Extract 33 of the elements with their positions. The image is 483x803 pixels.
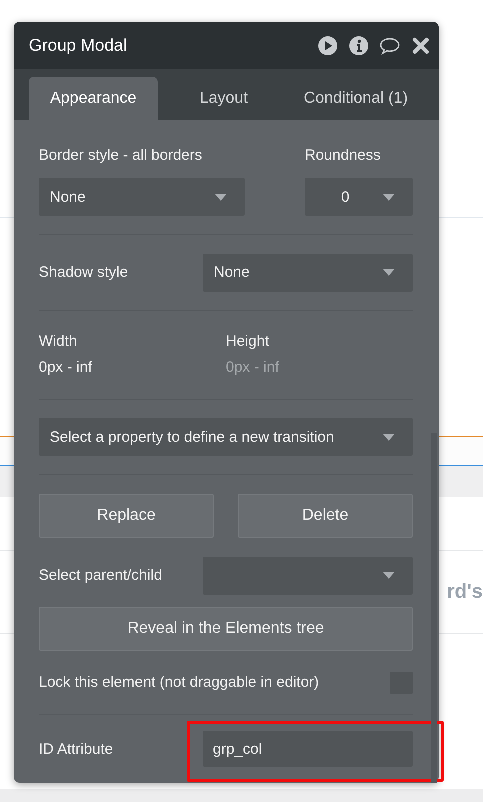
play-icon[interactable] [318,36,338,56]
field-label: Width [39,333,78,350]
tab[interactable]: Layout [158,77,290,120]
tab[interactable]: Appearance [29,77,158,120]
roundness-dropdown[interactable]: 0 [305,178,413,216]
border-style-dropdown[interactable]: None [39,178,245,216]
checkbox-label: Lock this element (not draggable in editor) [39,674,320,691]
caret-icon [383,194,395,200]
caret-icon [383,269,395,276]
shadow-style-dropdown[interactable]: None [203,254,413,292]
action-button[interactable]: Replace [39,494,214,538]
field-label: Roundness [305,147,382,164]
caret-icon [383,572,395,579]
window-title: Group Modal [29,36,128,56]
field-label: Border style - all borders [39,147,204,164]
tab[interactable]: Conditional (1) [290,77,422,120]
reveal-button[interactable]: Reveal in the Elements tree [39,607,413,651]
input-field[interactable]: grp_col [203,731,413,767]
field-label: Shadow style [39,264,130,281]
action-button[interactable]: Delete [238,494,413,538]
field-label: ID Attribute [39,740,114,758]
field-label: Height [226,333,270,350]
transition-dropdown[interactable]: Select a property to define a new transition [39,418,413,456]
close-icon[interactable] [411,36,431,56]
info-icon[interactable] [349,36,369,56]
background-text: rd's [447,580,483,604]
caret-icon [215,194,227,200]
size-value: 0px - inf [39,359,94,376]
scrollbar[interactable] [431,433,437,783]
size-value: 0px - inf [226,359,280,376]
field-label: Select parent/child [39,567,164,584]
speech-bubble-icon[interactable] [380,36,400,56]
caret-icon [383,434,395,440]
